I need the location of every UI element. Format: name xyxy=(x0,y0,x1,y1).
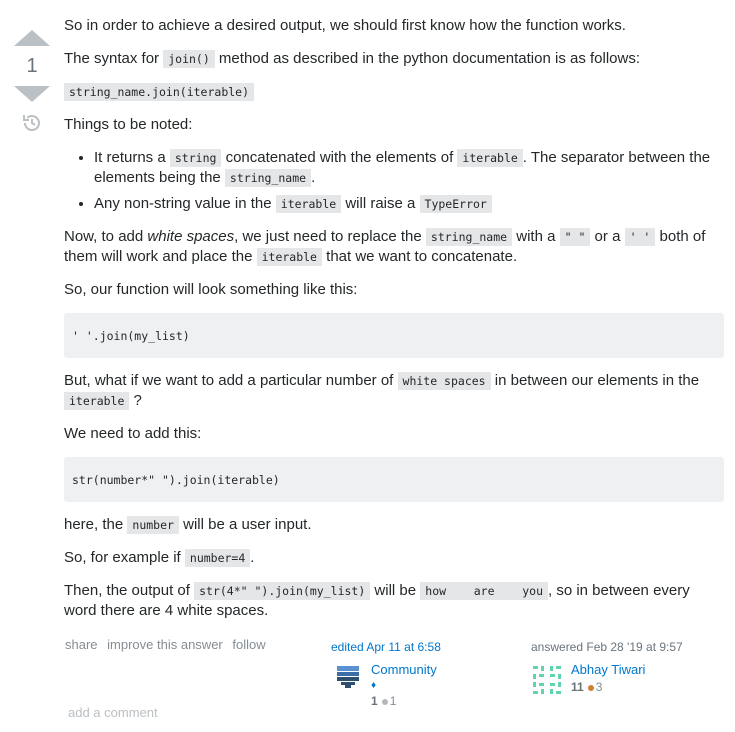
downvote-button[interactable] xyxy=(14,86,50,102)
bronze-badge-icon xyxy=(587,684,594,691)
inline-code: how are you xyxy=(420,582,548,600)
inline-code: str(4*" ").join(my_list) xyxy=(194,582,371,600)
list-item: It returns a string concatenated with th… xyxy=(94,148,724,188)
author-avatar[interactable] xyxy=(531,664,563,696)
paragraph: Then, the output of str(4*" ").join(my_l… xyxy=(64,582,690,619)
author-badge-count: 3 xyxy=(595,680,603,694)
inline-code: string_name xyxy=(224,169,312,187)
history-icon[interactable] xyxy=(21,112,43,134)
editor-reputation: 1 xyxy=(371,694,378,708)
inline-code: ' ' xyxy=(624,228,656,246)
paragraph: Now, to add white spaces, we just need t… xyxy=(64,228,706,266)
add-comment-link[interactable]: add a comment xyxy=(68,705,158,720)
paragraph: So, for example if number=4. xyxy=(64,549,255,567)
code-block: str(number*" ").join(iterable) xyxy=(64,457,724,502)
editor-name[interactable]: Community xyxy=(371,662,437,677)
paragraph: So, our function will look something lik… xyxy=(64,281,358,298)
inline-code: iterable xyxy=(64,392,130,410)
inline-code: number xyxy=(127,516,179,534)
improve-answer-link[interactable]: improve this answer xyxy=(107,637,223,652)
code-block: ' '.join(my_list) xyxy=(64,313,724,358)
share-link[interactable]: share xyxy=(65,637,98,652)
post-menu: share improve this answer follow xyxy=(65,637,272,652)
author-signature: answered Feb 28 '19 at 9:57 Abhay Tiwari… xyxy=(531,640,683,696)
inline-code: " " xyxy=(559,228,591,246)
paragraph: But, what if we want to add a particular… xyxy=(64,372,700,410)
notes-list: It returns a string concatenated with th… xyxy=(64,148,724,214)
moderator-diamond-icon: ♦ xyxy=(371,680,377,691)
paragraph: string_name.join(iterable) xyxy=(64,82,724,102)
inline-code: number=4 xyxy=(184,549,251,567)
community-avatar[interactable] xyxy=(337,666,359,688)
vote-count: 1 xyxy=(26,55,38,77)
inline-code: iterable xyxy=(457,149,523,167)
inline-code: string_name.join(iterable) xyxy=(64,83,255,101)
author-name[interactable]: Abhay Tiwari xyxy=(571,662,645,677)
inline-code: TypeError xyxy=(419,195,492,213)
list-item: Any non-string value in the iterable wil… xyxy=(94,194,724,214)
paragraph: Things to be noted: xyxy=(64,116,193,133)
paragraph: We need to add this: xyxy=(64,425,202,442)
paragraph: So in order to achieve a desired output,… xyxy=(64,17,626,34)
editor-badge-count: 1 xyxy=(389,694,397,708)
answered-time: answered Feb 28 '19 at 9:57 xyxy=(531,640,683,654)
editor-signature: edited Apr 11 at 6:58 Community ♦ 11 xyxy=(331,640,441,708)
upvote-button[interactable] xyxy=(14,30,50,46)
edited-link[interactable]: edited Apr 11 at 6:58 xyxy=(331,640,441,654)
follow-link[interactable]: follow xyxy=(232,637,265,652)
bronze-badge-icon xyxy=(381,698,388,705)
inline-code: iterable xyxy=(275,195,342,213)
inline-code: string xyxy=(169,149,222,167)
answer-body: So in order to achieve a desired output,… xyxy=(64,16,724,634)
inline-code: white spaces xyxy=(397,372,491,390)
inline-code: iterable xyxy=(256,248,322,266)
paragraph: The syntax for join() method as describe… xyxy=(64,50,641,68)
vote-cell: 1 xyxy=(12,24,52,134)
inline-code: join() xyxy=(163,50,215,68)
inline-code: string_name xyxy=(425,228,513,246)
paragraph: here, the number will be a user input. xyxy=(64,516,312,534)
author-reputation: 11 xyxy=(571,680,584,694)
